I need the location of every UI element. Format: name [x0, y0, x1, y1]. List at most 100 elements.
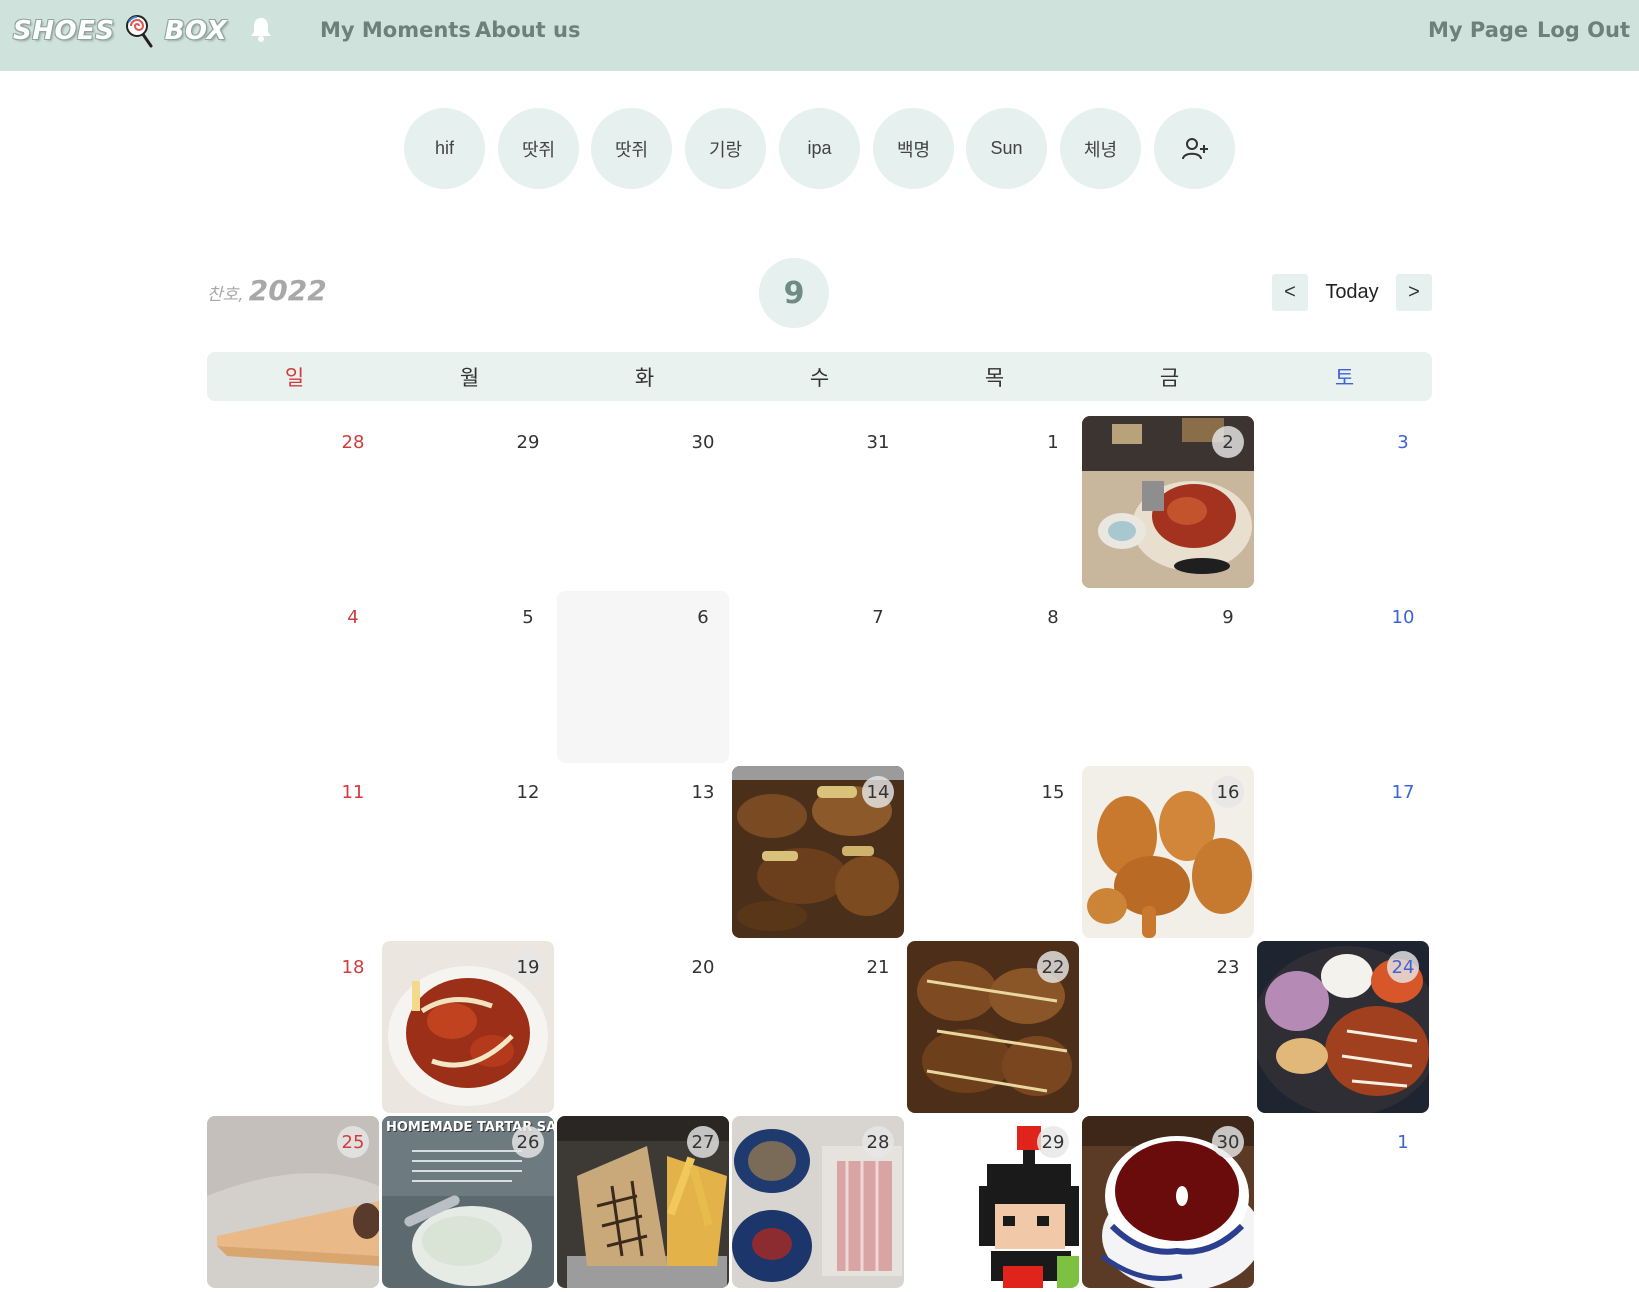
day-number: 11 [341, 781, 365, 803]
nav-log-out[interactable]: Log Out [1537, 18, 1630, 42]
day-number: 2 [1212, 426, 1244, 458]
friend-circle[interactable]: 땃쥐 [498, 108, 579, 189]
logo[interactable]: SHOES BOX [13, 14, 227, 48]
friend-circle[interactable]: 땃쥐 [591, 108, 672, 189]
calendar-day[interactable]: 17 [1257, 766, 1429, 938]
day-number: 5 [522, 606, 534, 628]
day-number: 10 [1391, 606, 1415, 628]
nav-about-us[interactable]: About us [475, 18, 580, 42]
calendar-day[interactable]: 31 [732, 416, 904, 588]
day-number: 4 [347, 606, 359, 628]
day-number: 23 [1216, 956, 1240, 978]
calendar-day[interactable]: 11 [207, 766, 379, 938]
calendar-day[interactable]: 23 [1082, 941, 1254, 1113]
calendar-day-photo[interactable]: 16 [1082, 766, 1254, 938]
month-badge: 9 [759, 258, 829, 328]
day-number: 30 [691, 431, 715, 453]
day-number: 25 [337, 1126, 369, 1158]
day-number: 24 [1387, 951, 1419, 983]
calendar-day[interactable]: 1 [907, 416, 1079, 588]
day-number: 12 [516, 781, 540, 803]
day-number: 19 [512, 951, 544, 983]
calendar-day[interactable]: 30 [557, 416, 729, 588]
nav-my-moments[interactable]: My Moments [320, 18, 471, 42]
friend-circle[interactable]: Sun [966, 108, 1047, 189]
calendar-day[interactable]: 28 [207, 416, 379, 588]
day-number: 9 [1222, 606, 1234, 628]
calendar-day[interactable]: 3 [1257, 416, 1429, 588]
day-number: 16 [1212, 776, 1244, 808]
calendar-day-photo[interactable]: 2 [1082, 416, 1254, 588]
logo-text-right: BOX [164, 16, 228, 46]
friend-circle[interactable]: hif [404, 108, 485, 189]
calendar-day[interactable]: 1 [1257, 1116, 1429, 1288]
calendar-day[interactable]: 7 [732, 591, 904, 763]
friend-circle[interactable]: 체녕 [1060, 108, 1141, 189]
add-friend-button[interactable] [1154, 108, 1235, 189]
add-user-icon [1181, 137, 1208, 159]
calendar-day[interactable]: 29 [382, 416, 554, 588]
day-number: 15 [1041, 781, 1065, 803]
prev-month-button[interactable]: < [1272, 274, 1308, 311]
user-year-label: 찬호, 2022 [207, 274, 327, 307]
day-number: 7 [872, 606, 884, 628]
calendar-day[interactable]: 8 [907, 591, 1079, 763]
friend-circle[interactable]: 기랑 [685, 108, 766, 189]
calendar-day-photo[interactable]: 27 [557, 1116, 729, 1288]
day-number: 28 [862, 1126, 894, 1158]
calendar-day[interactable]: 13 [557, 766, 729, 938]
next-month-button[interactable]: > [1396, 274, 1432, 311]
friend-circle[interactable]: ipa [779, 108, 860, 189]
day-number: 1 [1047, 431, 1059, 453]
calendar-day[interactable]: 6 [557, 591, 729, 763]
calendar-day[interactable]: 5 [382, 591, 554, 763]
calendar-day[interactable]: 10 [1257, 591, 1429, 763]
calendar-day-photo[interactable]: 24 [1257, 941, 1429, 1113]
day-number: 31 [866, 431, 890, 453]
calendar-day-photo[interactable]: HOMEMADE TARTAR SAUCE26 [382, 1116, 554, 1288]
calendar-day[interactable]: 20 [557, 941, 729, 1113]
weekday-sat: 토 [1334, 365, 1355, 390]
day-number: 29 [516, 431, 540, 453]
weekday-fri: 금 [1159, 365, 1180, 390]
weekday-mon: 월 [459, 365, 480, 390]
year-text: 2022 [248, 274, 327, 307]
day-number: 26 [512, 1126, 544, 1158]
today-button[interactable]: Today [1308, 274, 1396, 311]
logo-text-left: SHOES [13, 16, 115, 46]
day-number: 6 [697, 606, 709, 628]
calendar-day[interactable]: 12 [382, 766, 554, 938]
day-number: 20 [691, 956, 715, 978]
calendar-day[interactable]: 21 [732, 941, 904, 1113]
calendar-day[interactable]: 9 [1082, 591, 1254, 763]
calendar-day-photo[interactable]: 14 [732, 766, 904, 938]
calendar-day-photo[interactable]: 30 [1082, 1116, 1254, 1288]
day-number: 21 [866, 956, 890, 978]
user-name: 찬호, [207, 285, 244, 305]
lollipop-icon [125, 15, 153, 48]
weekday-tue: 화 [634, 365, 655, 390]
friend-circle[interactable]: 백명 [873, 108, 954, 189]
calendar-day[interactable]: 18 [207, 941, 379, 1113]
day-number: 17 [1391, 781, 1415, 803]
day-number: 3 [1397, 431, 1409, 453]
weekday-thu: 목 [984, 365, 1005, 390]
day-number: 14 [862, 776, 894, 808]
day-number: 28 [341, 431, 365, 453]
nav-my-page[interactable]: My Page [1428, 18, 1528, 42]
day-number: 1 [1397, 1131, 1409, 1153]
calendar-day[interactable]: 15 [907, 766, 1079, 938]
day-number: 8 [1047, 606, 1059, 628]
weekday-header: 일 월 화 수 목 금 토 [207, 352, 1432, 401]
weekday-sun: 일 [284, 365, 305, 390]
calendar-day[interactable]: 4 [207, 591, 379, 763]
calendar-day-photo[interactable]: 19 [382, 941, 554, 1113]
calendar-day-photo[interactable]: 22 [907, 941, 1079, 1113]
day-number: 22 [1037, 951, 1069, 983]
calendar-day-photo[interactable]: 25 [207, 1116, 379, 1288]
calendar-day-photo[interactable]: 28 [732, 1116, 904, 1288]
day-number: 27 [687, 1126, 719, 1158]
day-number: 29 [1037, 1126, 1069, 1158]
bell-icon[interactable] [248, 16, 274, 44]
calendar-day-photo[interactable]: 29 [907, 1116, 1079, 1288]
